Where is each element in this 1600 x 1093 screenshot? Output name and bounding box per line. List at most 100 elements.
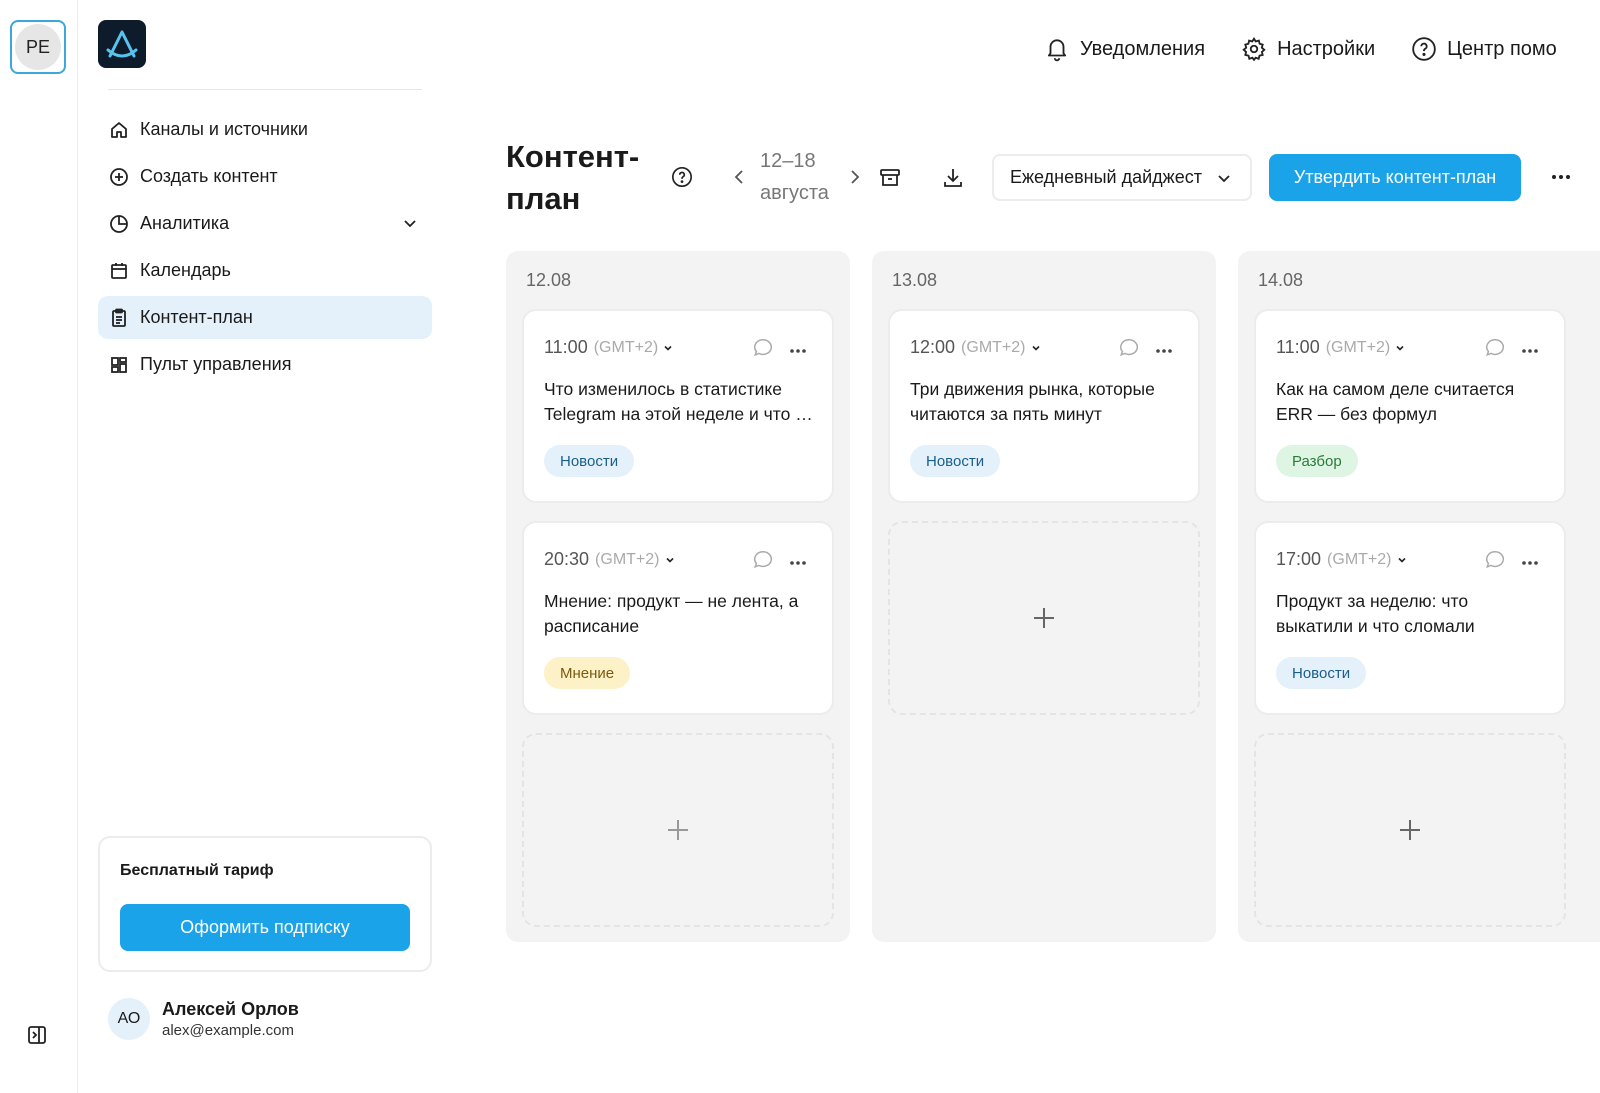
day-column: 12.08 11:00 (GMT+2) Что изменилось в ста… [506,251,850,942]
post-time-value: 11:00 [544,337,588,357]
app-logo[interactable] [98,20,146,68]
sidebar-item-label: Контент-план [140,307,253,327]
subscribe-button[interactable]: Оформить подписку [120,904,410,951]
help-center-link[interactable]: Центр помо [1411,36,1557,62]
workspace-switcher[interactable]: PE [10,20,66,74]
column-date: 13.08 [892,270,938,290]
sidebar-divider [108,89,422,90]
sidebar-item-label: Аналитика [140,213,230,233]
more-options-icon[interactable] [788,343,808,353]
pie-chart-icon [108,213,130,235]
help-circle-icon [1412,37,1436,61]
post-time-value: 20:30 [544,549,590,569]
post-time[interactable]: 12:00 (GMT+2) [910,337,1042,358]
comment-icon[interactable] [1484,549,1506,571]
add-post-slot[interactable] [522,733,834,927]
post-card[interactable]: 11:00 (GMT+2) Как на самом деле считаетс… [1254,309,1566,503]
page-title: Контент-план [506,139,640,216]
plus-icon [668,820,688,840]
chevron-down-icon [1214,168,1234,193]
sidebar-item-channels[interactable]: Каналы и источники [98,108,432,151]
more-options-icon[interactable] [1520,555,1540,565]
help-icon[interactable] [671,166,693,188]
post-title: Продукт за неделю: что выкатили и что сл… [1276,591,1475,636]
plus-icon [1034,608,1054,628]
post-time-value: 12:00 [910,337,956,357]
sidebar-item-label: Пульт управления [140,354,292,374]
post-time[interactable]: 17:00 (GMT+2) [1276,549,1408,570]
calendar-icon [108,260,130,282]
approve-plan-button[interactable]: Утвердить контент-план [1269,154,1521,201]
avatar: АО [108,998,150,1040]
sidebar-item-create[interactable]: Создать контент [98,155,432,198]
comment-icon[interactable] [752,549,774,571]
post-time-value: 11:00 [1276,337,1320,357]
post-time-value: 17:00 [1276,549,1322,569]
post-card[interactable]: 20:30 (GMT+2) Мнение: продукт — не лента… [522,521,834,715]
settings-link[interactable]: Настройки [1241,36,1375,62]
more-options-icon[interactable] [788,555,808,565]
post-timezone: (GMT+2) [593,338,659,356]
post-timezone: (GMT+2) [595,550,660,568]
format-select[interactable]: Ежедневный дайджест [992,154,1252,201]
post-tag: Разбор [1276,445,1358,477]
sidebar-nav: Каналы и источники Создать контент Анали… [98,108,432,390]
chevron-down-icon [1396,345,1404,351]
chevron-down-icon [665,557,674,563]
post-title: Три движения рынка, которые читаются за … [910,379,1155,424]
sidebar-item-label: Создать контент [140,166,278,186]
notifications-link[interactable]: Уведомления [1044,36,1205,62]
chevron-right-icon[interactable] [844,166,866,188]
plan-card: Бесплатный тариф Оформить подписку [98,836,432,972]
chevron-down-icon[interactable] [400,213,420,233]
sidebar-item-analytics[interactable]: Аналитика [98,202,432,245]
help-center-label: Центр помо [1447,37,1557,60]
dashboard-icon [108,354,130,376]
post-timezone: (GMT+2) [961,338,1026,356]
add-post-slot[interactable] [1254,733,1566,927]
post-card[interactable]: 17:00 (GMT+2) Продукт за неделю: что вык… [1254,521,1566,715]
add-post-slot[interactable] [888,521,1200,715]
more-options-icon[interactable] [1550,170,1574,184]
post-card[interactable]: 12:00 (GMT+2) Три движения рынка, которы… [888,309,1200,503]
sidebar-item-label: Каналы и источники [140,119,308,139]
post-time[interactable]: 11:00 (GMT+2) [544,337,674,358]
download-icon[interactable] [941,166,965,190]
sidebar-item-content-plan[interactable]: Контент-план [98,296,432,339]
comment-icon[interactable] [752,337,774,359]
more-options-icon[interactable] [1154,343,1174,353]
user-profile[interactable]: АО Алексей Орлов alex@example.com [108,998,299,1040]
chevron-left-icon[interactable] [728,166,750,188]
post-title: Мнение: продукт — не лента, а расписание [544,591,799,636]
day-column: 13.08 12:00 (GMT+2) Три движения рынка, … [872,251,1216,942]
post-time[interactable]: 11:00 (GMT+2) [1276,337,1406,358]
user-email: alex@example.com [162,1022,294,1039]
post-card[interactable]: 11:00 (GMT+2) Что изменилось в статистик… [522,309,834,503]
bell-icon [1047,39,1067,62]
plus-icon [1400,820,1420,840]
comment-icon[interactable] [1484,337,1506,359]
format-select-value: Ежедневный дайджест [1010,167,1202,187]
sidebar-item-dashboard[interactable]: Пульт управления [98,343,432,386]
user-name: Алексей Орлов [162,999,299,1019]
clipboard-icon [108,307,130,329]
collapse-sidebar-icon[interactable] [26,1024,48,1046]
top-nav: Уведомления Настройки Центр помо [1044,36,1593,62]
plan-title: Бесплатный тариф [120,862,274,879]
post-tag: Мнение [544,657,631,689]
plus-circle-icon [108,166,130,188]
post-time[interactable]: 20:30 (GMT+2) [544,549,676,570]
post-tag: Новости [544,445,635,477]
sidebar-item-calendar[interactable]: Календарь [98,249,432,292]
column-date: 12.08 [526,270,572,290]
workspace-rail: PE [0,0,78,1093]
comment-icon[interactable] [1118,337,1140,359]
post-tag: Новости [910,445,1001,477]
settings-label: Настройки [1277,37,1376,60]
day-column: 14.08 11:00 (GMT+2) Как на самом деле сч… [1238,251,1600,942]
archive-icon[interactable] [878,166,902,190]
post-timezone: (GMT+2) [1327,550,1392,568]
chevron-down-icon [1031,345,1040,351]
more-options-icon[interactable] [1520,343,1540,353]
column-date: 14.08 [1258,270,1304,290]
